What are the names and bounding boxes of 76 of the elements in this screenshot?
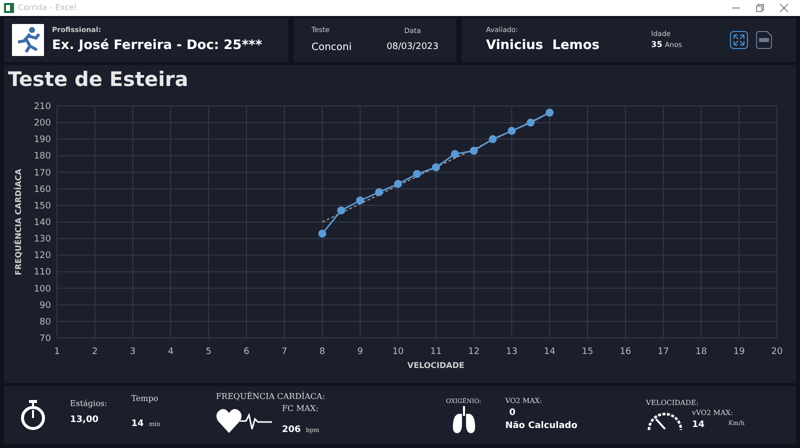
close-icon[interactable] (780, 4, 788, 12)
y-tick-label: 200 (34, 118, 51, 129)
y-tick-label: 110 (34, 268, 51, 278)
data-point (526, 118, 535, 127)
x-tick-label: 4 (168, 347, 174, 357)
y-tick-label: 210 (34, 102, 51, 112)
data-point (546, 108, 554, 117)
y-tick-label: 130 (34, 234, 51, 245)
evaluated-name: Vinicius Lemos (486, 36, 600, 54)
restore-icon[interactable] (756, 4, 764, 12)
data-point (488, 135, 497, 144)
data-point (470, 146, 478, 155)
y-tick-label: 100 (34, 284, 51, 294)
time-label: Tempo (131, 393, 160, 405)
y-tick-label: 120 (34, 251, 51, 262)
vo2-max-value: 0 (509, 406, 516, 420)
x-tick-label: 1 (54, 347, 60, 357)
y-tick-label: 90 (40, 300, 51, 311)
expand-button[interactable] (730, 31, 748, 49)
test-value: Conconi (311, 40, 352, 55)
data-point (394, 180, 402, 188)
pdf-icon[interactable] (756, 31, 772, 49)
data-point (413, 170, 421, 178)
data-point (450, 150, 459, 158)
y-tick-label: 150 (34, 201, 51, 212)
data-point (318, 230, 326, 238)
x-tick-label: 15 (582, 347, 594, 357)
professional-name: Ex. José Ferreira - Doc: 25*** (52, 36, 262, 54)
y-tick-label: 70 (40, 334, 51, 344)
x-tick-label: 11 (430, 347, 442, 357)
x-tick-label: 12 (468, 347, 480, 357)
x-tick-label: 14 (544, 347, 556, 357)
y-tick-label: 170 (34, 168, 51, 178)
x-tick-label: 16 (620, 347, 632, 357)
data-point (356, 196, 364, 204)
x-tick-label: 6 (244, 347, 250, 357)
x-tick-label: 17 (658, 347, 670, 357)
y-tick-label: 160 (34, 184, 51, 195)
time-value: 14 (131, 419, 144, 429)
vo2-status: Não Calculado (505, 420, 578, 434)
data-point (375, 188, 384, 196)
stopwatch-icon (20, 400, 46, 430)
heartbeat-icon (216, 408, 274, 434)
y-axis-title: FREQUÊNCIA CARDÍACA (14, 168, 23, 276)
runner-logo (12, 24, 44, 56)
date-value: 08/03/2023 (386, 40, 438, 54)
x-axis-title: VELOCIDADE (407, 361, 464, 370)
x-tick-label: 8 (319, 347, 326, 357)
x-tick-label: 10 (392, 347, 404, 357)
x-tick-label: 2 (92, 347, 98, 357)
y-tick-label: 180 (34, 152, 51, 162)
vvo2-max-value: 14 (692, 418, 705, 432)
stages-label: Estágios: (70, 398, 108, 410)
x-tick-label: 18 (695, 347, 707, 357)
x-tick-label: 5 (206, 347, 212, 357)
x-tick-label: 3 (130, 347, 136, 357)
y-tick-label: 140 (34, 218, 51, 228)
heart-rate-title: FREQUÊNCIA CARDÍACA: (216, 391, 326, 403)
x-tick-label: 9 (357, 347, 364, 357)
stages-value: 13,00 (70, 414, 100, 428)
data-point (508, 126, 516, 135)
y-tick-label: 190 (34, 135, 51, 146)
x-tick-label: 19 (733, 347, 745, 357)
x-tick-label: 13 (506, 347, 518, 357)
data-point (432, 163, 440, 172)
max-heart-rate-label: FC MAX: (282, 403, 320, 415)
x-tick-label: 7 (282, 347, 288, 357)
page-title: Teste de Esteira (7, 66, 188, 89)
lungs-icon (452, 406, 476, 434)
age-value: 35 (651, 40, 662, 50)
data-point (337, 206, 346, 214)
spreadsheet-icon (4, 3, 14, 13)
window-title: Corrida - Excel (18, 2, 76, 14)
y-tick-label: 80 (40, 317, 51, 328)
x-tick-label: 20 (771, 347, 783, 357)
max-heart-rate-value: 206 (282, 425, 301, 435)
